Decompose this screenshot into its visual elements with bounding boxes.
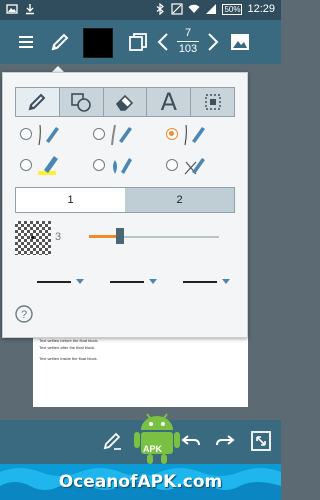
image-icon [6,4,18,14]
tab-select[interactable] [191,88,234,116]
menu-button[interactable] [12,28,40,56]
tool-tabs: A [15,87,235,117]
pen-type-radio[interactable] [93,128,105,140]
crossed-pen-icon [184,158,205,175]
prev-page-button[interactable] [154,28,172,56]
select-tool-icon [204,94,221,110]
tab-shape[interactable] [60,88,104,116]
battery-icon: 50% [222,3,243,15]
battery-percent: 50 [224,4,234,14]
next-page-button[interactable] [204,28,222,56]
line-join-dropdown[interactable] [183,276,233,288]
text-tool-icon: A [160,88,177,116]
page-total: 103 [178,43,198,55]
signal-icon [206,4,217,14]
help-icon[interactable]: ? [15,305,33,323]
size-slider-fill [89,235,119,238]
doc-line: Text written after the float block. [39,345,96,350]
download-icon [26,4,34,15]
svg-text:?: ? [21,309,27,321]
pen-icon [51,33,69,51]
image-icon [231,34,249,50]
pages-button[interactable] [124,28,152,56]
ink-drop-pen-icon [113,158,132,174]
watermark-banner: OceanofAPK.com [0,464,281,500]
eraser-tool-icon [115,94,134,111]
fountain-pen-icon [38,124,59,146]
pen-type-radio[interactable] [93,159,105,171]
banner-text: OceanofAPK.com [58,472,223,492]
edit-icon[interactable] [102,430,124,452]
doc-line: Text written before the float block. [39,338,99,343]
battery-indicator: 50% [222,3,243,15]
pen-set-selector: 1 2 [15,187,235,213]
bluetooth-icon [157,3,165,15]
segment-2[interactable]: 2 [125,188,234,212]
next-icon [208,33,219,51]
pen-type-radio-selected[interactable] [166,128,178,140]
pen-type-radio[interactable] [20,128,32,140]
top-toolbar: 7 103 [0,20,281,64]
stroke-preview [15,221,51,255]
soft-pen-icon [111,124,132,146]
page-current: 7 [184,27,192,39]
undo-icon[interactable] [180,430,202,452]
size-value: 3 [55,231,62,243]
size-slider-thumb[interactable] [116,228,124,244]
segment-1[interactable]: 1 [16,188,125,212]
color-swatch[interactable] [83,28,113,58]
pen-settings-popup: A 1 2 3 ? [2,72,248,338]
page-counter: 7 103 [172,27,204,56]
mute-icon [171,3,184,15]
pen-tool-button[interactable] [46,28,74,56]
fullscreen-icon[interactable] [250,430,272,452]
pen-type-radio[interactable] [20,159,32,171]
ballpoint-pen-icon [184,124,205,146]
redo-icon[interactable] [214,430,236,452]
pen-type-radio[interactable] [166,159,178,171]
tab-eraser[interactable] [104,88,148,116]
pen-tool-icon [29,93,46,111]
status-bar: 50% 12:29 [0,0,281,20]
tab-text[interactable]: A [147,88,192,116]
highlighter-icon [38,156,58,175]
prev-icon [157,33,168,51]
android-robot-logo [134,413,180,464]
status-time: 12:29 [247,3,275,15]
doc-line: Text written inside the float block. [39,356,98,361]
tab-pen[interactable] [16,88,60,116]
line-cap-dropdown[interactable] [110,276,160,288]
line-style-dropdown[interactable] [37,276,87,288]
pages-icon [129,33,147,51]
wifi-icon [188,4,200,13]
dropdown-arrow-icon [76,279,84,284]
menu-icon [19,36,33,48]
dropdown-arrow-icon [222,279,230,284]
shape-tool-icon [71,93,91,112]
insert-image-button[interactable] [226,28,254,56]
dropdown-arrow-icon [149,279,157,284]
robot-label: APK [143,444,163,454]
